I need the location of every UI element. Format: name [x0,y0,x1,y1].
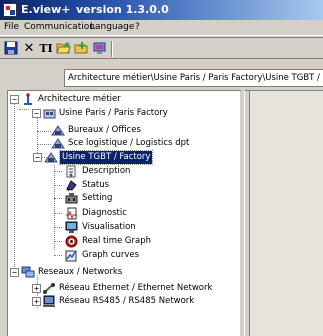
architecture-icon [21,93,35,106]
menu-language[interactable]: Language [90,22,134,32]
collapse-expander[interactable]: − [33,153,42,162]
tree-line [54,241,62,242]
tree-label: Description [82,166,131,176]
tree-line [54,185,62,186]
title-bar[interactable]: E.view+ version 1.3.0.0 [0,0,323,20]
content-pane [244,90,323,336]
app-name: E.view+ [21,3,71,16]
building-icon [51,137,65,150]
text-icon[interactable]: TI [38,41,54,57]
tree-label: Real time Graph [82,236,152,246]
tree-label: Réseau Ethernet / Ethernet Network [59,283,213,293]
expand-expander[interactable]: + [32,297,41,306]
app-icon[interactable] [3,3,17,17]
tree-line [54,227,62,228]
menu-bar: File Communication Language ? [0,20,323,36]
tree-label: Graph curves [82,250,140,260]
path-field[interactable]: Architecture métier\Usine Paris / Paris … [64,69,323,87]
graph-curves-icon [64,249,78,262]
menu-communication[interactable]: Communication [24,22,95,32]
save-icon[interactable] [3,41,19,57]
building-icon [44,151,58,164]
tree-label: Visualisation [82,222,136,232]
menu-help[interactable]: ? [135,22,140,32]
collapse-expander[interactable]: − [10,95,19,104]
setting-icon [64,192,78,205]
collapse-expander[interactable]: − [32,109,41,118]
tree-line [54,171,62,172]
add-icon[interactable] [73,41,89,57]
menu-file[interactable]: File [4,22,19,32]
content-area [249,91,323,336]
ethernet-icon [42,282,56,295]
tree-label: Réseau RS485 / RS485 Network [59,296,195,306]
expand-expander[interactable]: + [32,284,41,293]
tree-line [54,165,55,250]
toolbar: ✕ TI [0,37,323,59]
diagnostic-icon [64,207,78,220]
description-icon [64,165,78,178]
factory-icon [42,107,56,120]
tree-label: Diagnostic [82,208,127,218]
rs485-icon [42,295,56,308]
tree-line [37,144,51,145]
delete-icon[interactable]: ✕ [21,41,37,57]
app-version: version 1.3.0.0 [76,3,169,16]
status-icon [64,179,78,192]
tree-label: Bureaux / Offices [68,125,141,135]
tree-label: Setting [82,193,113,203]
open-folder-icon[interactable] [55,41,71,57]
tree-line [37,131,51,132]
tree-label: Sce logistique / Logistics dpt [68,138,190,148]
tree-label: Usine Paris / Paris Factory [59,108,168,118]
visualisation-icon [64,221,78,234]
tree-line [54,255,62,256]
toolbar-separator [111,41,113,57]
tree-line [54,198,62,199]
address-bar: Architecture métier\Usine Paris / Paris … [0,60,323,90]
tree-label-selected: Usine TGBT / Factory [58,150,154,165]
tree-pane[interactable]: − Architecture métier − Usine Paris / Pa… [7,90,242,336]
tree-line [14,103,15,275]
building-icon [51,124,65,137]
tree-line [19,109,29,110]
tree-label: Reseaux / Networks [38,267,123,277]
tree-line [54,213,62,214]
tree-label: Status [82,180,110,190]
realtime-graph-icon [64,235,78,248]
connect-icon[interactable] [91,41,107,57]
networks-icon [21,266,35,279]
collapse-expander[interactable]: − [10,268,19,277]
tree-label: Architecture métier [38,94,121,104]
